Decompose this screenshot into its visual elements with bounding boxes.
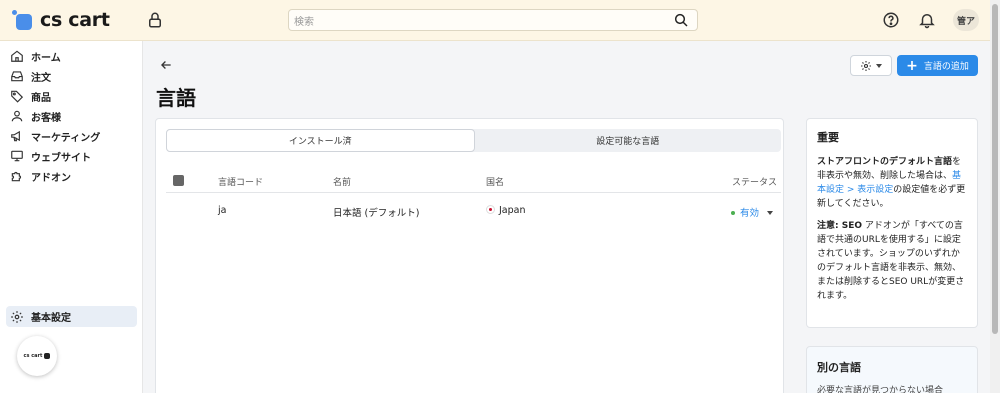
back-arrow-icon[interactable] [159,58,173,72]
other-languages-panel: 別の言語 必要な言語が見つからない場合 [806,346,978,393]
info-text: アドオンが「すべての言語で共通のURLを使用する」に設定されています。ショップの… [817,221,965,301]
sidebar-item-label: 商品 [31,92,51,104]
sidebar-item-label: ホーム [31,52,61,64]
other-desc: 必要な言語が見つからない場合 [817,386,944,393]
bell-icon[interactable] [918,11,936,29]
sidebar-item-products[interactable]: 商品 [0,86,142,106]
logo-mark-icon [12,10,34,30]
sidebar-item-website[interactable]: ウェブサイト [0,146,142,166]
col-header-name[interactable]: 名前 [333,175,351,188]
scroll-thumb[interactable] [992,4,998,334]
sidebar-item-label: 注文 [31,72,51,84]
gear-icon [11,310,23,323]
search-icon[interactable] [673,12,689,28]
sidebar-item-home[interactable]: ホーム [0,46,142,66]
sidebar-item-label: アドオン [31,172,71,184]
info-bold: ストアフロントのデフォルト言語 [817,157,953,167]
home-icon [11,50,23,62]
lock-icon[interactable] [146,11,164,29]
col-header-status[interactable]: ステータス [732,175,777,188]
other-title: 別の言語 [817,361,861,374]
sidebar: ホーム 注文 商品 お客様 マーケティング ウェブサイト アドオン 基本設定 c… [0,41,143,393]
language-tabs: インストール済 設定可能な言語 [166,129,781,152]
cs-cart-logo[interactable]: cs cart [12,9,110,31]
search-box [288,9,698,33]
info-bold: 注意: SEO [817,221,863,231]
col-header-country[interactable]: 国名 [486,175,504,188]
add-language-button[interactable]: + 言語の追加 [897,55,978,76]
page-scrollbar[interactable] [990,0,1000,393]
add-language-label: 言語の追加 [923,62,969,72]
languages-card: インストール済 設定可能な言語 言語コード 名前 国名 ステータス ja 日本語… [155,118,784,393]
country-name: Japan [499,205,526,216]
sidebar-item-label: お客様 [31,112,61,124]
badge-tag [44,353,51,359]
logo-text: cs cart [40,9,110,31]
info-paragraph-default-language: ストアフロントのデフォルト言語を非表示や無効、削除した場合は、基本設定 > 表示… [817,155,967,211]
tab-available[interactable]: 設定可能な言語 [475,129,782,152]
select-all-checkbox[interactable] [173,175,184,186]
megaphone-icon [11,130,20,142]
table-header: 言語コード 名前 国名 ステータス [166,169,781,193]
search-input[interactable] [289,12,659,33]
status-label: 有効 [740,208,760,219]
status-dropdown[interactable]: 有効 [731,205,774,219]
japan-flag-icon [486,205,495,214]
page-title: 言語 [156,86,196,110]
chevron-down-icon [767,211,774,215]
plus-icon: + [906,57,918,74]
top-header: cs cart 管ア [0,0,990,41]
sidebar-item-label: マーケティング [31,132,101,144]
sidebar-item-marketing[interactable]: マーケティング [0,126,142,146]
table-row: ja 日本語 (デフォルト) Japan 有効 [166,199,781,223]
help-icon[interactable] [882,11,900,29]
tag-icon [11,90,24,103]
sidebar-item-orders[interactable]: 注文 [0,66,142,86]
chevron-down-icon [876,63,882,68]
cell-country: Japan [486,205,526,216]
avatar[interactable]: 管ア [953,9,979,31]
puzzle-icon [11,171,22,182]
important-info-panel: 重要 ストアフロントのデフォルト言語を非表示や無効、削除した場合は、基本設定 >… [806,118,978,328]
sidebar-item-label: 基本設定 [31,313,71,324]
monitor-icon [11,150,23,162]
sidebar-item-settings[interactable]: 基本設定 [6,306,137,327]
sidebar-item-label: ウェブサイト [31,152,91,164]
cs-cart-badge[interactable]: cs cart [17,336,57,376]
badge-logo-text: cs cart [23,353,43,359]
gear-icon [861,60,871,71]
cell-name[interactable]: 日本語 (デフォルト) [333,205,419,219]
col-header-code[interactable]: 言語コード [218,175,263,188]
info-paragraph-seo: 注意: SEO アドオンが「すべての言語で共通のURLを使用する」に設定されてい… [817,219,967,303]
settings-dropdown-button[interactable] [850,55,892,76]
info-title: 重要 [817,131,839,144]
cell-code: ja [218,205,227,216]
tab-installed[interactable]: インストール済 [166,129,475,152]
inbox-icon [11,71,23,82]
sidebar-item-addons[interactable]: アドオン [0,166,142,186]
status-dot-icon [731,211,735,215]
sidebar-item-customers[interactable]: お客様 [0,106,142,126]
user-icon [11,110,23,122]
